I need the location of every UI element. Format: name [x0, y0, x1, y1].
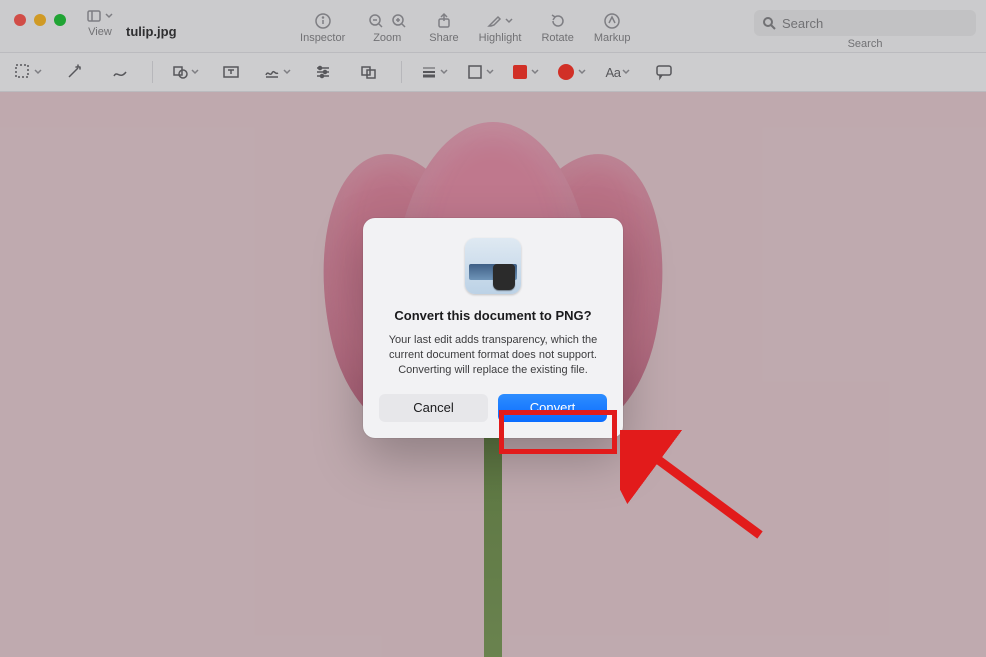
zoom-in-icon	[390, 12, 407, 30]
dialog-buttons: Cancel Convert	[379, 394, 607, 422]
chevron-down-icon	[486, 68, 494, 76]
line-weight-tool[interactable]	[420, 59, 448, 85]
border-color-icon	[466, 63, 484, 81]
selection-icon	[14, 63, 32, 81]
toolbar-center: Inspector Zoom Share Highlight	[292, 6, 639, 50]
separator	[401, 61, 402, 83]
view-menu[interactable]: View	[86, 8, 114, 38]
search-label: Search	[848, 38, 883, 50]
highlighter-icon	[486, 12, 504, 30]
fill-color-tool[interactable]	[512, 59, 540, 85]
line-weight-icon	[420, 63, 438, 81]
search-field[interactable]: Search	[754, 10, 976, 36]
preview-window: View tulip.jpg Inspector Zoom Share	[0, 0, 986, 657]
adjust-color-tool[interactable]	[309, 59, 337, 85]
close-window-button[interactable]	[14, 14, 26, 26]
chevron-down-icon	[191, 68, 199, 76]
dialog-title: Convert this document to PNG?	[394, 308, 591, 323]
titlebar: View tulip.jpg Inspector Zoom Share	[0, 0, 986, 52]
search-icon	[762, 16, 776, 30]
markup-toolbar: Aa	[0, 52, 986, 92]
resize-icon	[360, 63, 378, 81]
chevron-down-icon	[531, 68, 539, 76]
document-title: tulip.jpg	[126, 24, 177, 39]
search-placeholder: Search	[782, 16, 823, 31]
separator	[152, 61, 153, 83]
markup-button[interactable]: Markup	[586, 6, 639, 50]
text-tool[interactable]	[217, 59, 245, 85]
chevron-down-icon	[283, 68, 291, 76]
info-icon	[314, 12, 332, 30]
chevron-down-icon	[578, 68, 586, 76]
search-group: Search Search	[754, 6, 976, 50]
share-button[interactable]: Share	[421, 6, 466, 50]
instant-alpha-tool[interactable]	[60, 59, 88, 85]
magic-wand-icon	[65, 63, 83, 81]
annotate-tool[interactable]	[650, 59, 678, 85]
text-box-icon	[222, 63, 240, 81]
inspector-button[interactable]: Inspector	[292, 6, 353, 50]
share-icon	[435, 12, 453, 30]
chevron-down-icon	[34, 68, 42, 76]
sidebar-icon	[86, 8, 102, 24]
speech-bubble-icon	[655, 63, 673, 81]
convert-button[interactable]: Convert	[498, 394, 607, 422]
fullscreen-window-button[interactable]	[54, 14, 66, 26]
sketch-tool[interactable]	[106, 59, 134, 85]
rotate-button[interactable]: Rotate	[533, 6, 581, 50]
chevron-down-icon	[440, 68, 448, 76]
selection-tool[interactable]	[14, 59, 42, 85]
zoom-out-icon	[367, 12, 384, 30]
chevron-down-icon	[104, 11, 114, 21]
window-controls	[14, 14, 66, 26]
stroke-color-tool[interactable]	[558, 59, 586, 85]
zoom-button-group[interactable]: Zoom	[357, 6, 417, 50]
adjust-size-tool[interactable]	[355, 59, 383, 85]
chevron-down-icon	[504, 16, 514, 26]
text-style-label: Aa	[606, 65, 621, 80]
view-label: View	[88, 26, 112, 38]
dialog-body: Your last edit adds transparency, which …	[379, 333, 607, 378]
convert-dialog: Convert this document to PNG? Your last …	[363, 218, 623, 438]
highlight-button[interactable]: Highlight	[471, 6, 530, 50]
signature-icon	[263, 63, 281, 81]
markup-icon	[603, 12, 621, 30]
shapes-icon	[171, 63, 189, 81]
minimize-window-button[interactable]	[34, 14, 46, 26]
text-style-tool[interactable]: Aa	[604, 59, 632, 85]
cancel-button[interactable]: Cancel	[379, 394, 488, 422]
rotate-icon	[549, 12, 567, 30]
shapes-tool[interactable]	[171, 59, 199, 85]
preview-app-icon	[465, 238, 521, 294]
border-color-tool[interactable]	[466, 59, 494, 85]
sliders-icon	[314, 63, 332, 81]
sketch-icon	[111, 63, 129, 81]
sign-tool[interactable]	[263, 59, 291, 85]
chevron-down-icon	[622, 68, 630, 76]
